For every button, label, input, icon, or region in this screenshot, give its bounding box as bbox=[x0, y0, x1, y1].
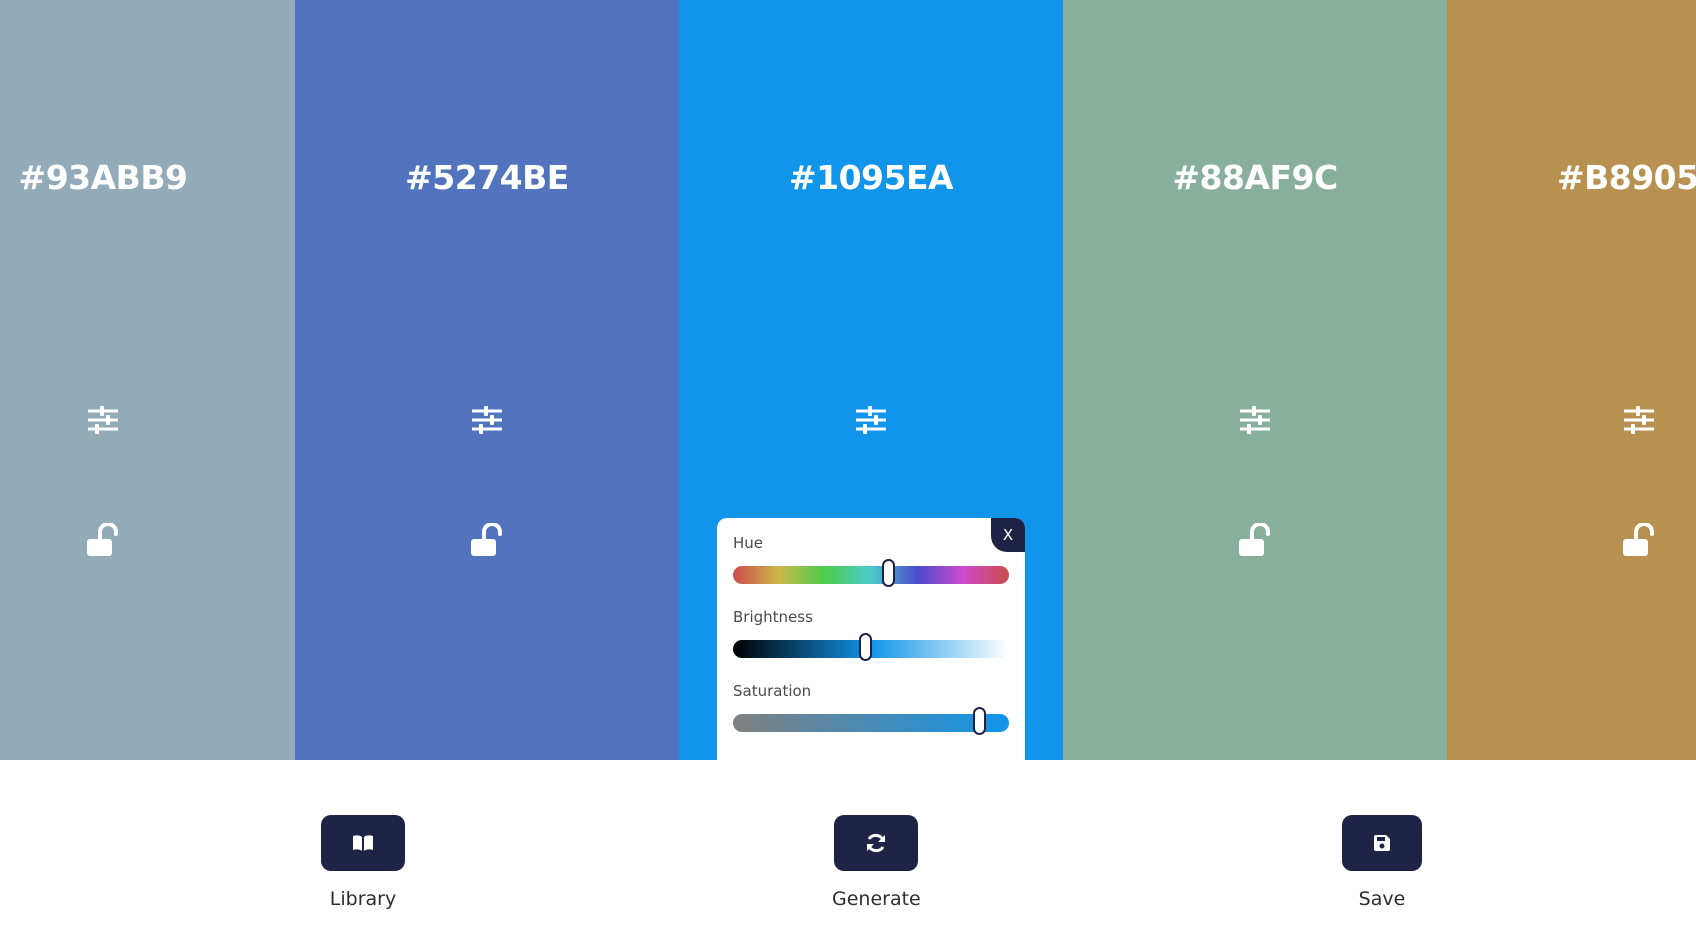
save-icon bbox=[1374, 835, 1390, 851]
hue-slider[interactable] bbox=[733, 559, 1009, 587]
unlock-icon[interactable] bbox=[1235, 520, 1275, 560]
book-icon bbox=[353, 835, 373, 851]
bottom-panel: Library Generate Save bbox=[0, 760, 1696, 950]
color-column-2: #5274BE bbox=[295, 0, 679, 760]
library-label: Library bbox=[329, 888, 397, 910]
close-adjustment-button[interactable]: X bbox=[991, 518, 1025, 552]
hex-label[interactable]: #1095EA bbox=[679, 158, 1063, 197]
saturation-slider[interactable] bbox=[733, 707, 1009, 735]
saturation-slider-thumb[interactable] bbox=[972, 707, 986, 735]
refresh-icon bbox=[867, 833, 886, 853]
sliders-icon[interactable] bbox=[467, 400, 507, 440]
generate-button-group: Generate bbox=[832, 815, 921, 910]
color-column-5: #B89050 bbox=[1447, 0, 1696, 760]
library-button[interactable] bbox=[321, 815, 405, 871]
sliders-icon[interactable] bbox=[83, 400, 123, 440]
generate-label: Generate bbox=[832, 888, 921, 910]
generate-button[interactable] bbox=[834, 815, 919, 871]
save-button[interactable] bbox=[1342, 815, 1422, 871]
adjustment-panel: X Hue Brightness Saturation bbox=[717, 518, 1025, 760]
hex-label[interactable]: #93ABB9 bbox=[0, 158, 295, 197]
hue-label: Hue bbox=[733, 534, 764, 552]
color-column-4: #88AF9C bbox=[1063, 0, 1447, 760]
hue-slider-thumb[interactable] bbox=[881, 559, 895, 587]
brightness-label: Brightness bbox=[733, 608, 813, 626]
brightness-slider-thumb[interactable] bbox=[859, 633, 873, 661]
color-column-1: #93ABB9 bbox=[0, 0, 295, 760]
save-button-group: Save bbox=[1342, 815, 1422, 910]
library-button-group: Library bbox=[321, 815, 405, 910]
hex-label[interactable]: #B89050 bbox=[1447, 158, 1696, 197]
unlock-icon[interactable] bbox=[1619, 520, 1659, 560]
sliders-icon[interactable] bbox=[851, 400, 891, 440]
brightness-slider[interactable] bbox=[733, 633, 1009, 661]
unlock-icon[interactable] bbox=[467, 520, 507, 560]
sliders-icon[interactable] bbox=[1235, 400, 1275, 440]
hex-label[interactable]: #5274BE bbox=[295, 158, 679, 197]
saturation-label: Saturation bbox=[733, 682, 812, 700]
save-label: Save bbox=[1358, 888, 1406, 910]
sliders-icon[interactable] bbox=[1619, 400, 1659, 440]
unlock-icon[interactable] bbox=[83, 520, 123, 560]
hex-label[interactable]: #88AF9C bbox=[1063, 158, 1447, 197]
